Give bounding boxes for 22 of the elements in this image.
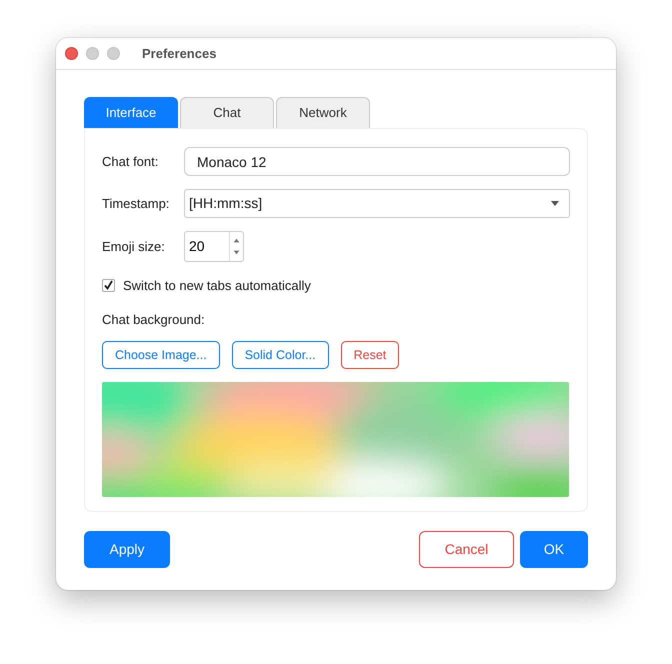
tab[interactable]: Chat — [180, 97, 274, 128]
dialog-button[interactable]: Cancel — [419, 531, 514, 568]
emoji-size-spinner[interactable]: 20 — [184, 231, 244, 262]
dialog-button[interactable]: Apply — [84, 531, 170, 568]
background-button[interactable]: Reset — [340, 341, 400, 369]
field-label: Chat font: — [102, 152, 160, 171]
close-button[interactable] — [65, 47, 78, 60]
field-label: Timestamp: — [102, 194, 170, 213]
number-field[interactable]: 20 — [185, 235, 229, 258]
font-field[interactable]: Monaco 12 — [184, 147, 570, 176]
checkbox[interactable] — [102, 279, 115, 292]
tab[interactable]: Interface — [84, 97, 178, 128]
window-title: Preferences — [142, 44, 216, 63]
field-label: Emoji size: — [102, 238, 166, 256]
timestamp-dropdown[interactable]: [HH:mm:ss] — [184, 189, 570, 218]
section-label: Chat background: — [102, 310, 206, 329]
caret-icon — [551, 201, 559, 206]
dialog-button[interactable]: OK — [520, 531, 588, 568]
background-button[interactable]: Solid Color... — [232, 341, 329, 369]
checkbox-label: Switch to new tabs automatically — [123, 277, 311, 295]
tab[interactable]: Network — [276, 97, 370, 128]
background-button[interactable]: Choose Image... — [102, 341, 220, 369]
